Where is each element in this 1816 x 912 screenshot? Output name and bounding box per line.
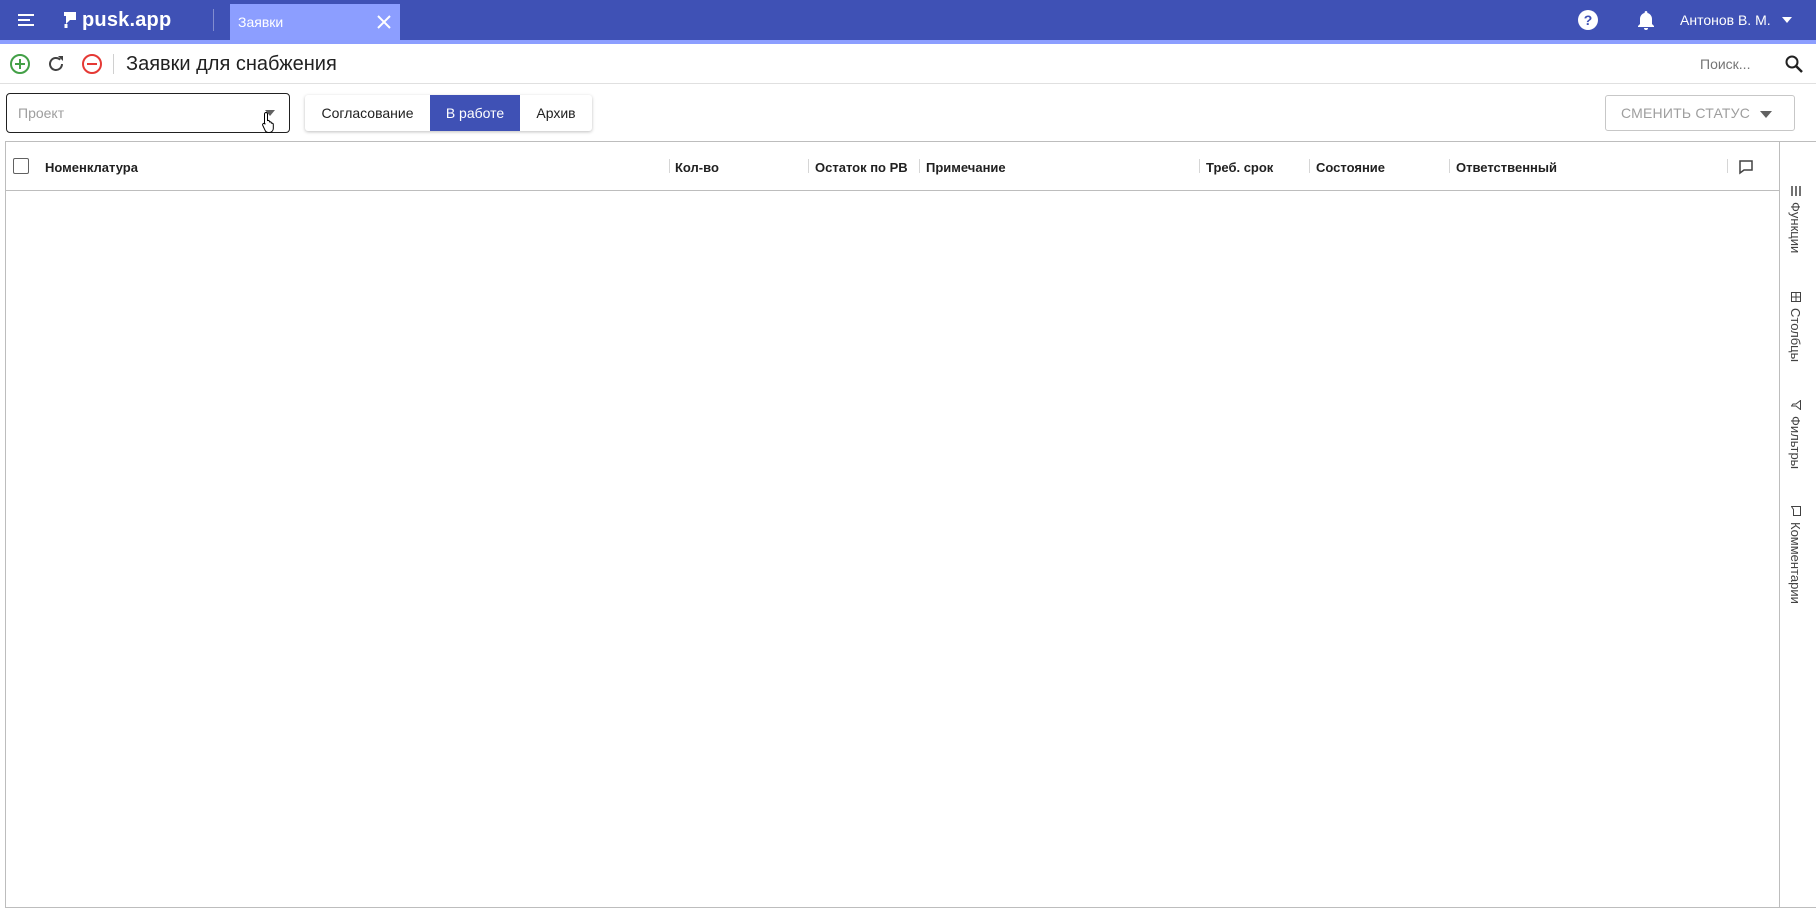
side-tab-label: Столбцы <box>1788 308 1803 362</box>
comment-icon[interactable] <box>1736 157 1756 177</box>
column-divider[interactable] <box>1309 159 1310 173</box>
columns-icon <box>1790 292 1801 302</box>
side-tab-functions[interactable]: Функции <box>1788 186 1803 253</box>
column-header-state[interactable]: Состояние <box>1316 160 1385 175</box>
requests-grid: Номенклатура Кол-во Остаток по РВ Примеч… <box>5 141 1780 908</box>
segment-archive[interactable]: Архив <box>520 95 592 131</box>
close-icon[interactable] <box>374 12 394 32</box>
change-status-button[interactable]: СМЕНИТЬ СТАТУС <box>1605 95 1795 131</box>
column-divider[interactable] <box>919 159 920 173</box>
toolbar: Заявки для снабжения Поиск... <box>0 44 1816 84</box>
functions-icon <box>1790 186 1801 196</box>
search-icon[interactable] <box>1783 53 1805 75</box>
add-icon[interactable] <box>9 53 31 75</box>
bell-icon[interactable] <box>1634 8 1658 32</box>
app-logo[interactable]: pusk.app <box>62 6 171 34</box>
grid-header: Номенклатура Кол-во Остаток по РВ Примеч… <box>6 142 1780 191</box>
comments-icon <box>1790 506 1801 516</box>
tab-label: Заявки <box>238 14 284 30</box>
column-header-due-date[interactable]: Треб. срок <box>1206 160 1273 175</box>
menu-icon[interactable] <box>14 8 38 32</box>
side-tab-columns[interactable]: Столбцы <box>1788 292 1803 362</box>
column-divider[interactable] <box>1727 159 1728 173</box>
column-header-responsible[interactable]: Ответственный <box>1456 160 1557 175</box>
page-title: Заявки для снабжения <box>126 53 337 75</box>
column-header-note[interactable]: Примечание <box>926 160 1006 175</box>
logo-text: pusk.app <box>82 8 172 31</box>
side-tab-comments[interactable]: Комментарии <box>1788 506 1803 604</box>
app-bar: pusk.app Заявки ? Антонов В. М. <box>0 0 1816 40</box>
chevron-down-icon <box>1760 111 1772 118</box>
project-select[interactable]: Проект <box>6 93 290 133</box>
project-placeholder: Проект <box>18 105 65 121</box>
remove-icon[interactable] <box>81 53 103 75</box>
column-divider[interactable] <box>1449 159 1450 173</box>
column-header-quantity[interactable]: Кол-во <box>675 160 719 175</box>
column-header-nomenclature[interactable]: Номенклатура <box>45 160 138 175</box>
column-divider[interactable] <box>1199 159 1200 173</box>
logo-icon <box>64 12 76 28</box>
select-all-checkbox[interactable] <box>13 158 29 174</box>
user-name: Антонов В. М. <box>1680 12 1771 28</box>
refresh-icon[interactable] <box>45 53 67 75</box>
column-header-remainder[interactable]: Остаток по РВ <box>815 160 908 175</box>
side-tab-label: Функции <box>1788 202 1803 254</box>
chevron-down-icon <box>1781 17 1792 23</box>
svg-text:?: ? <box>1584 12 1593 28</box>
column-divider[interactable] <box>669 159 670 173</box>
column-divider[interactable] <box>808 159 809 173</box>
user-menu[interactable]: Антонов В. М. <box>1680 10 1793 30</box>
change-status-label: СМЕНИТЬ СТАТУС <box>1621 105 1751 121</box>
search-input[interactable]: Поиск... <box>1700 56 1750 72</box>
tab-requests[interactable]: Заявки <box>230 4 400 40</box>
grid-body <box>6 191 1780 907</box>
side-tab-label: Комментарии <box>1788 522 1803 604</box>
hand-cursor-icon <box>262 111 274 133</box>
filter-icon <box>1790 400 1801 410</box>
help-icon[interactable]: ? <box>1576 8 1600 32</box>
side-panel: Функции Столбцы Фильтры Комментарии <box>1779 141 1816 908</box>
divider <box>213 9 214 31</box>
status-segment-control: Согласование В работе Архив <box>305 95 592 131</box>
side-tab-filters[interactable]: Фильтры <box>1788 400 1803 469</box>
side-tab-label: Фильтры <box>1788 416 1803 470</box>
toolbar-divider <box>113 54 114 74</box>
segment-in-progress[interactable]: В работе <box>430 95 520 131</box>
segment-approval[interactable]: Согласование <box>305 95 430 131</box>
